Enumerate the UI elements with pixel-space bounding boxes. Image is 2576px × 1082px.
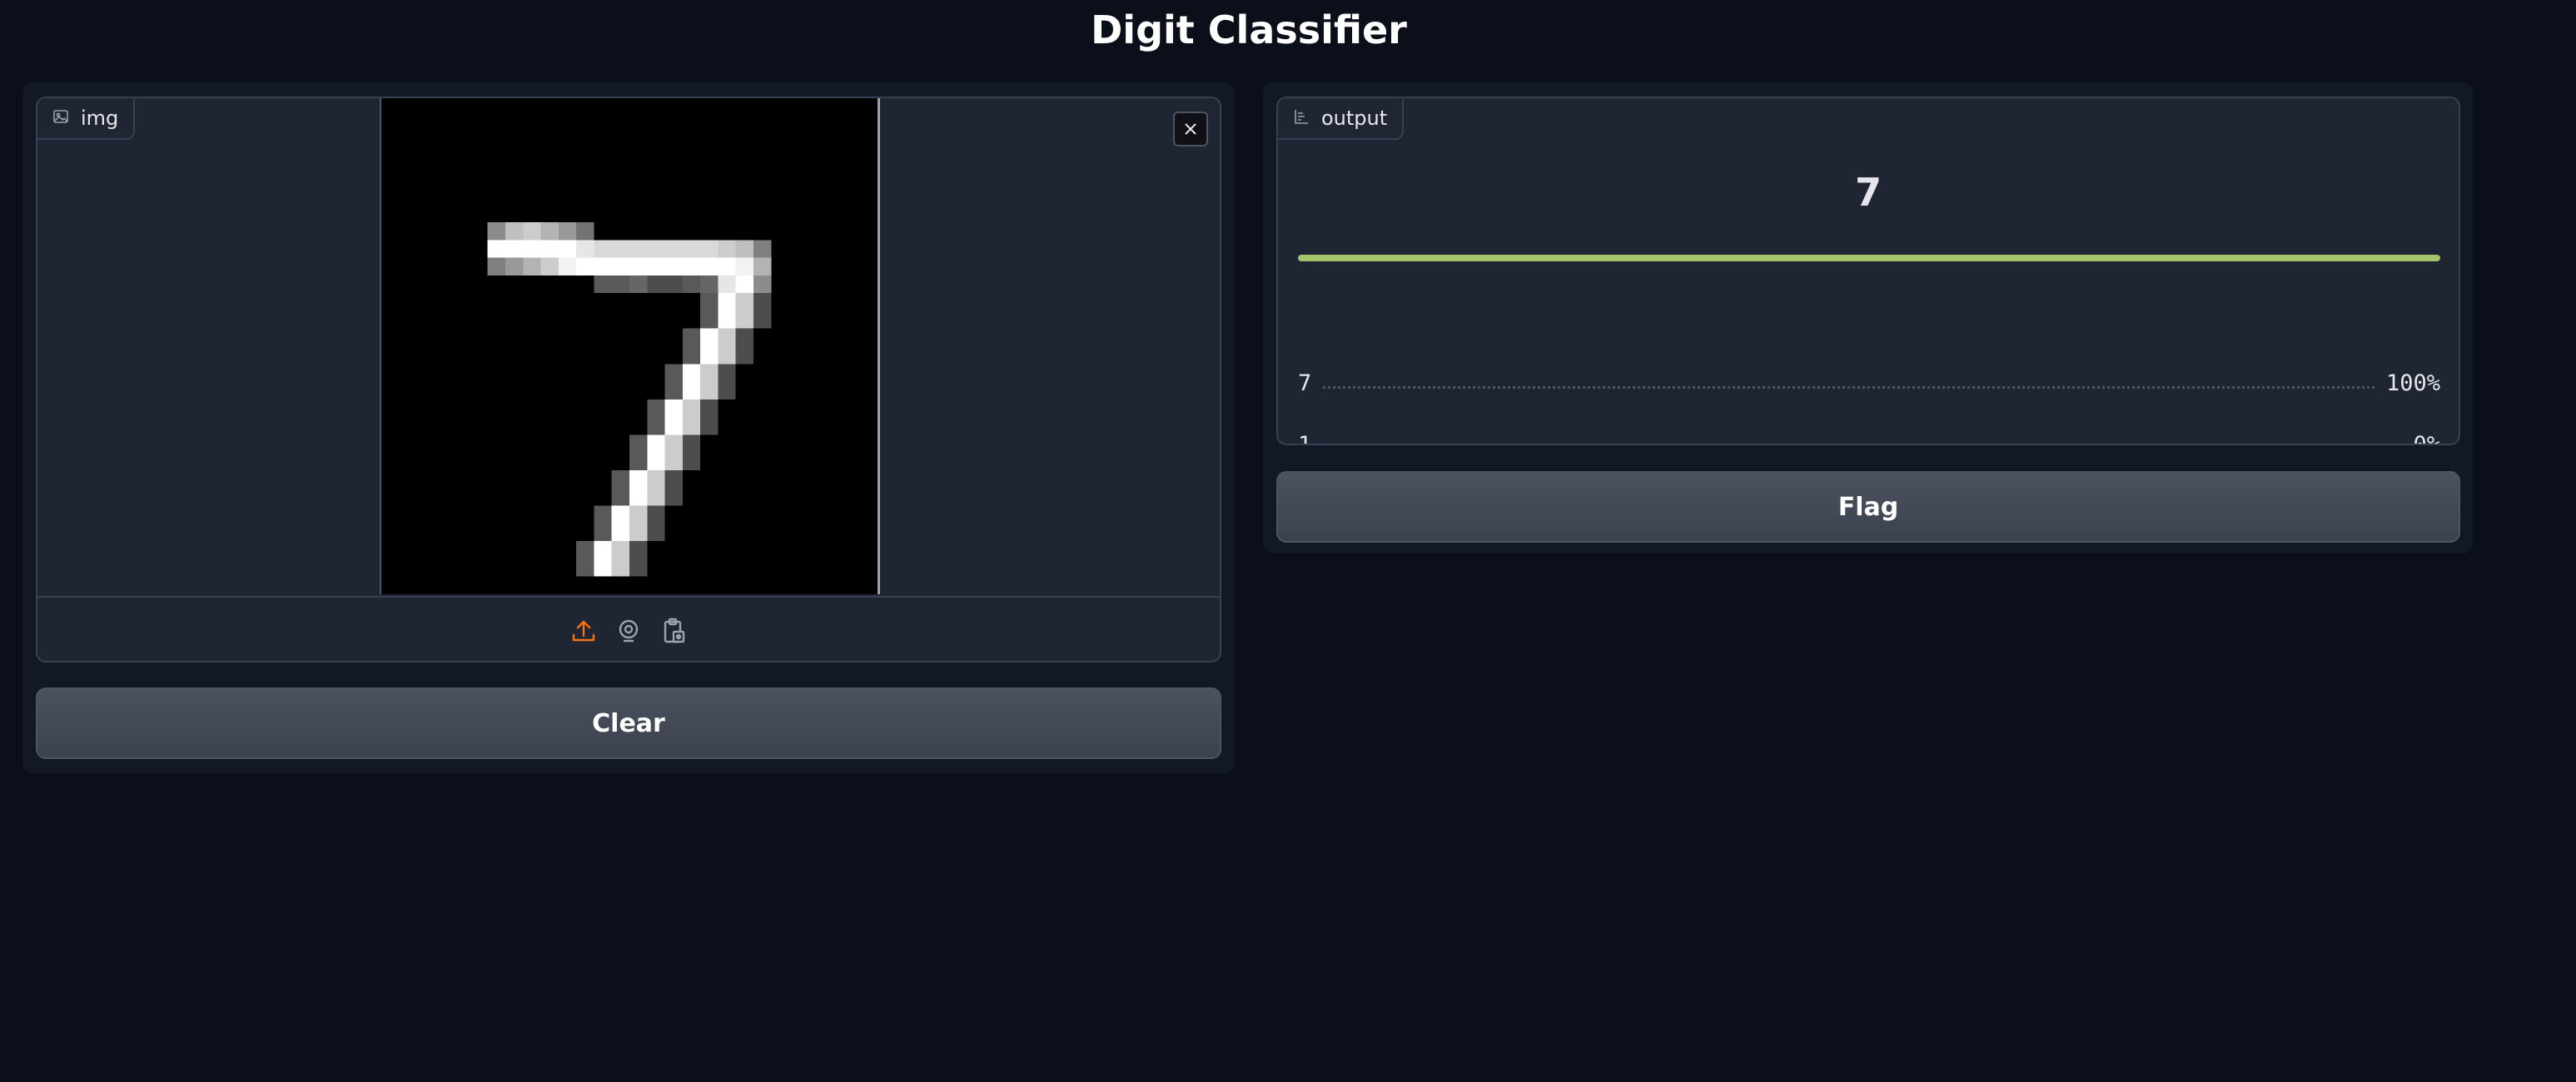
bar-chart-icon	[1293, 107, 1310, 130]
digit-image	[380, 98, 880, 594]
clear-button[interactable]: Clear	[36, 687, 1221, 759]
image-icon	[52, 107, 69, 130]
confidence-label: 1	[1298, 431, 1312, 445]
source-selector	[37, 596, 1220, 661]
leader-dots	[1323, 385, 2375, 389]
confidence-label: 7	[1298, 370, 1312, 396]
output-label: output	[1278, 98, 1405, 140]
confidence-value: 100%	[2385, 370, 2440, 396]
image-input[interactable]: img	[36, 97, 1221, 663]
confidence-bar	[1298, 255, 2440, 261]
close-icon[interactable]	[1173, 112, 1208, 146]
image-input-label: img	[37, 98, 136, 140]
confidence-value: 0%	[2413, 431, 2440, 445]
output-label-text: output	[1321, 107, 1388, 130]
confidence-bar-fill	[1298, 255, 2440, 261]
page-title: Digit Classifier	[1091, 7, 1407, 52]
flag-button[interactable]: Flag	[1276, 471, 2460, 543]
clipboard-icon[interactable]	[659, 617, 688, 645]
confidence-row[interactable]: 1 0%	[1298, 428, 2440, 445]
predicted-label: 7	[1854, 170, 1882, 215]
webcam-icon[interactable]	[614, 617, 643, 645]
confidence-row[interactable]: 7 100%	[1298, 366, 2440, 400]
upload-icon[interactable]	[569, 617, 598, 645]
image-input-label-text: img	[81, 107, 119, 130]
label-output: output 7 7 100% 1 0% 2 0%	[1276, 97, 2460, 445]
input-panel: img Clear	[22, 82, 1235, 773]
output-panel: output 7 7 100% 1 0% 2 0% Flag	[1263, 82, 2473, 553]
